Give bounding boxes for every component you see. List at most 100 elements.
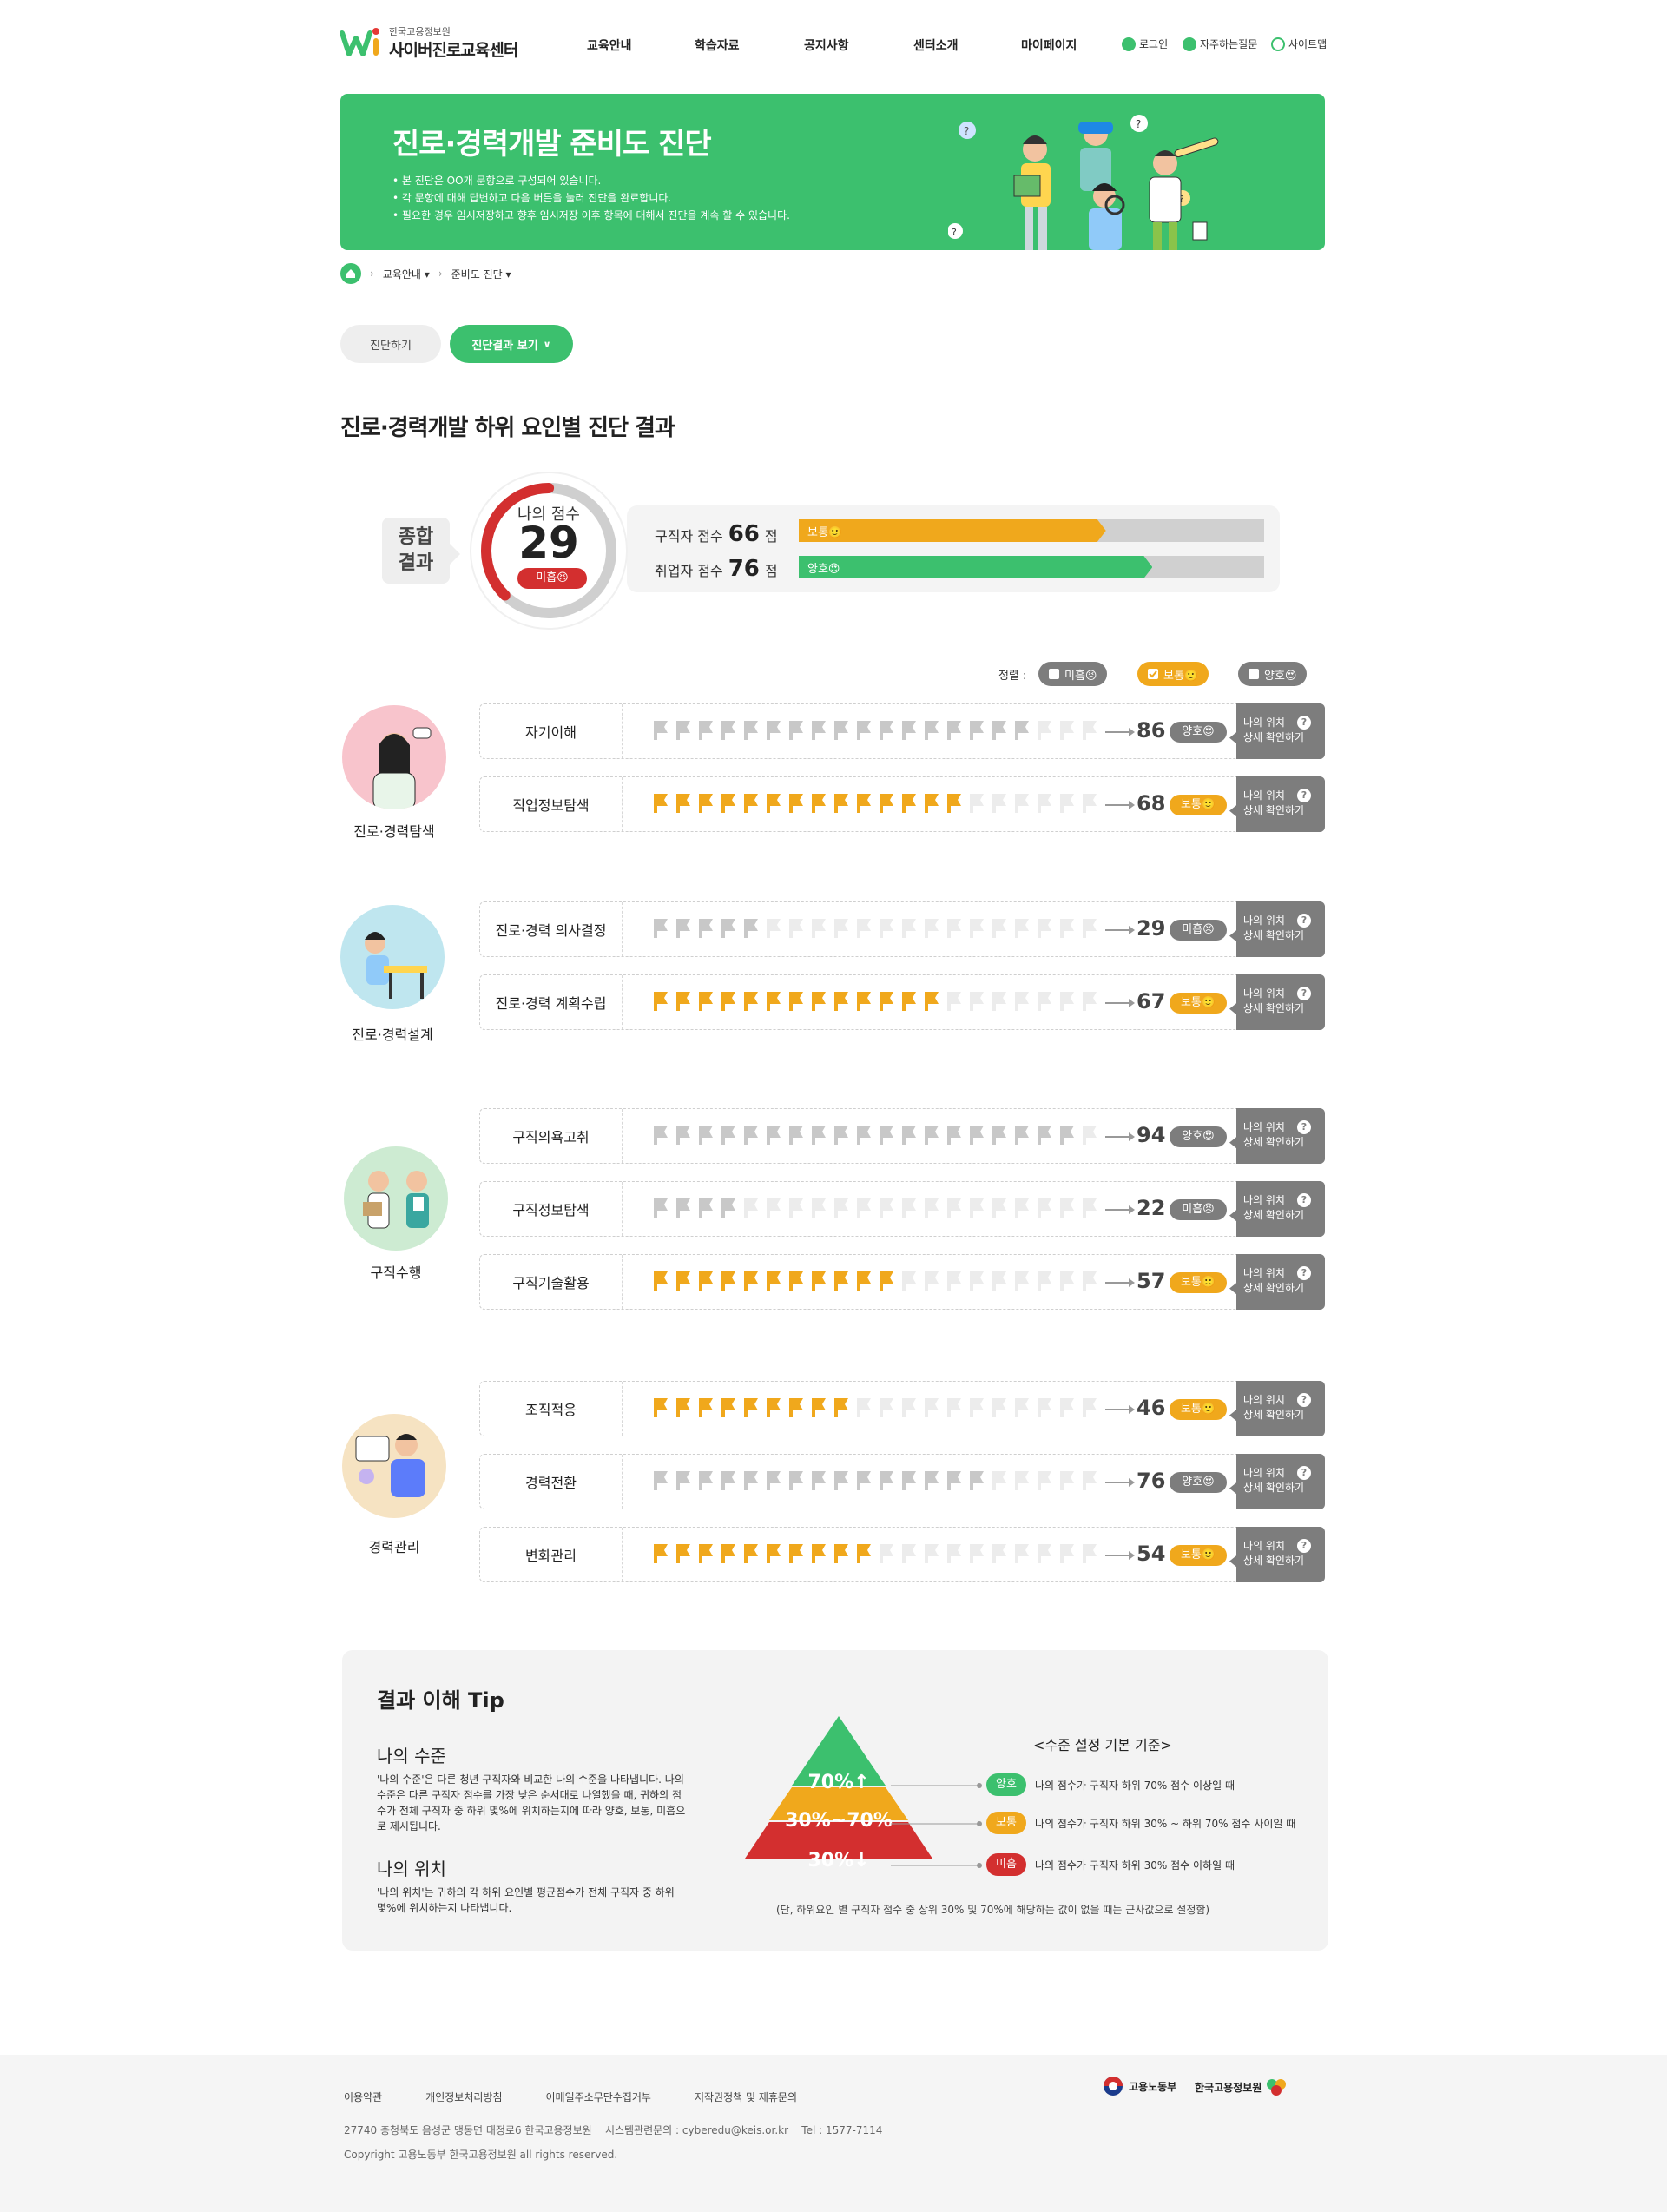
position-detail-button[interactable]: 나의 위치 상세 확인하기? [1229, 776, 1325, 832]
flag-icon [857, 794, 871, 813]
criteria-item: 양호 나의 점수가 구직자 하위 70% 점수 이상일 때 [986, 1773, 1235, 1796]
sort-chip-good[interactable]: 양호😍 [1238, 662, 1308, 686]
moel-logo[interactable]: 고용노동부 [1103, 2076, 1176, 2096]
detail-line: 나의 위치 [1243, 789, 1285, 802]
keis-logo[interactable]: 한국고용정보원 [1195, 2077, 1288, 2096]
site-title[interactable]: 사이버진로교육센터 [389, 37, 518, 61]
position-detail-button[interactable]: 나의 위치 상세 확인하기? [1229, 1454, 1325, 1509]
banner-illustration: ? ? ? ? [948, 115, 1219, 250]
flag-icon [1015, 1544, 1029, 1563]
flag-icon [970, 721, 984, 740]
flag-icon [970, 1271, 984, 1291]
position-detail-button[interactable]: 나의 위치 상세 확인하기? [1229, 1108, 1325, 1164]
position-detail-button[interactable]: 나의 위치 상세 확인하기? [1229, 1254, 1325, 1310]
flag-icon [1060, 1398, 1074, 1417]
score-unit: 점 [764, 563, 778, 579]
flag-icon [767, 1271, 781, 1291]
flag-icon [744, 1471, 758, 1490]
banner-description: • 본 진단은 OO개 문항으로 구성되어 있습니다. • 각 문항에 대해 답… [392, 172, 790, 224]
factor-grade-badge: 보통🙂 [1170, 1545, 1227, 1566]
position-detail-button[interactable]: 나의 위치 상세 확인하기? [1229, 1181, 1325, 1237]
flag-icon [767, 1126, 781, 1145]
nav-item-center[interactable]: 센터소개 [913, 36, 959, 54]
flag-icon [744, 1271, 758, 1291]
factor-name: 구직기술활용 [480, 1255, 623, 1309]
footer-link[interactable]: 이용약관 [344, 2090, 382, 2104]
flag-icon [947, 721, 961, 740]
help-icon: ? [1297, 1539, 1311, 1553]
factor-flag-scale [654, 1544, 1097, 1563]
detail-line: 상세 확인하기 [1243, 1409, 1305, 1421]
position-detail-button[interactable]: 나의 위치 상세 확인하기? [1229, 1527, 1325, 1582]
flag-icon [857, 1198, 871, 1218]
factor-name: 진로·경력 의사결정 [480, 902, 623, 956]
flag-icon [1015, 919, 1029, 938]
logo-icon[interactable] [340, 26, 380, 57]
factor-name: 자기이해 [480, 704, 623, 758]
tab-diagnose[interactable]: 진단하기 [340, 325, 441, 363]
footer-link[interactable]: 개인정보처리방침 [425, 2090, 502, 2104]
factor-score: 67 [1137, 989, 1166, 1014]
flag-icon [857, 721, 871, 740]
breadcrumb-item[interactable]: 준비도 진단 ▾ [451, 267, 511, 281]
factor-score: 76 [1137, 1469, 1166, 1493]
flag-icon [857, 1398, 871, 1417]
employee-grade: 양호😍 [807, 563, 840, 576]
flag-icon [654, 1471, 668, 1490]
flag-icon [767, 1544, 781, 1563]
position-detail-button[interactable]: 나의 위치 상세 확인하기? [1229, 974, 1325, 1030]
nav-item-mypage[interactable]: 마이페이지 [1021, 36, 1077, 54]
sort-chip-mid[interactable]: 보통🙂 [1137, 662, 1209, 686]
flag-icon [834, 919, 848, 938]
nav-item-education[interactable]: 교육안내 [587, 36, 632, 54]
flag-icon [789, 1126, 803, 1145]
criteria-note: (단, 하위요인 별 구직자 점수 중 상위 30% 및 70%에 해당하는 값… [776, 1904, 1210, 1916]
flag-icon [767, 1471, 781, 1490]
footer-link[interactable]: 이메일주소무단수집거부 [546, 2090, 651, 2104]
flag-icon [789, 992, 803, 1011]
footer-link[interactable]: 저작권정책 및 제휴문의 [695, 2090, 797, 2104]
total-grade-badge: 미흡😣 [517, 568, 587, 589]
tab-result[interactable]: 진단결과 보기 ∨ [450, 325, 573, 363]
factor-grade-badge: 보통🙂 [1170, 1399, 1227, 1420]
flag-icon [721, 1544, 735, 1563]
footer-address: 27740 충청북도 음성군 맹동면 태정로6 한국고용정보원 시스템관련문의 … [344, 2124, 883, 2136]
flag-icon [947, 919, 961, 938]
criteria-badge-mid: 보통 [986, 1812, 1026, 1834]
flag-icon [970, 1544, 984, 1563]
flag-icon [721, 794, 735, 813]
flag-icon [880, 794, 893, 813]
flag-icon [902, 1198, 916, 1218]
detail-line: 나의 위치 [1243, 915, 1285, 927]
faq-link[interactable]: 자주하는질문 [1183, 36, 1257, 51]
sort-chip-bad[interactable]: 미흡😣 [1038, 662, 1108, 686]
flag-icon [676, 721, 690, 740]
flag-icon [947, 992, 961, 1011]
nav-item-materials[interactable]: 학습자료 [695, 36, 740, 54]
login-link[interactable]: 로그인 [1122, 36, 1168, 51]
faq-label: 자주하는질문 [1200, 38, 1258, 50]
flag-icon [925, 1471, 939, 1490]
flag-icon [676, 1398, 690, 1417]
breadcrumb-item[interactable]: 교육안내 ▾ [383, 267, 430, 281]
seeker-grade: 보통🙂 [807, 526, 843, 539]
sort-chip-label: 미흡😣 [1064, 669, 1097, 683]
flag-icon [676, 1126, 690, 1145]
flag-icon [1083, 1126, 1097, 1145]
flag-icon [1060, 1471, 1074, 1490]
factor-row: 구직의욕고취 94 양호😍 나의 위치 상세 확인하기? [479, 1108, 1325, 1164]
flag-icon [699, 721, 713, 740]
home-icon[interactable] [340, 263, 361, 284]
position-detail-button[interactable]: 나의 위치 상세 확인하기? [1229, 1381, 1325, 1436]
position-detail-button[interactable]: 나의 위치 상세 확인하기? [1229, 901, 1325, 957]
flag-icon [789, 1544, 803, 1563]
nav-item-notice[interactable]: 공지사항 [804, 36, 849, 54]
position-detail-button[interactable]: 나의 위치 상세 확인하기? [1229, 703, 1325, 759]
factor-grade-badge: 보통🙂 [1170, 1272, 1227, 1293]
sitemap-link[interactable]: 사이트맵 [1271, 36, 1327, 51]
flag-icon [1083, 992, 1097, 1011]
flag-icon [654, 992, 668, 1011]
flag-icon [857, 1126, 871, 1145]
breadcrumb-item-label: 교육안내 [382, 267, 421, 281]
footer-links: 이용약관 개인정보처리방침 이메일주소무단수집거부 저작권정책 및 제휴문의 [344, 2090, 797, 2104]
